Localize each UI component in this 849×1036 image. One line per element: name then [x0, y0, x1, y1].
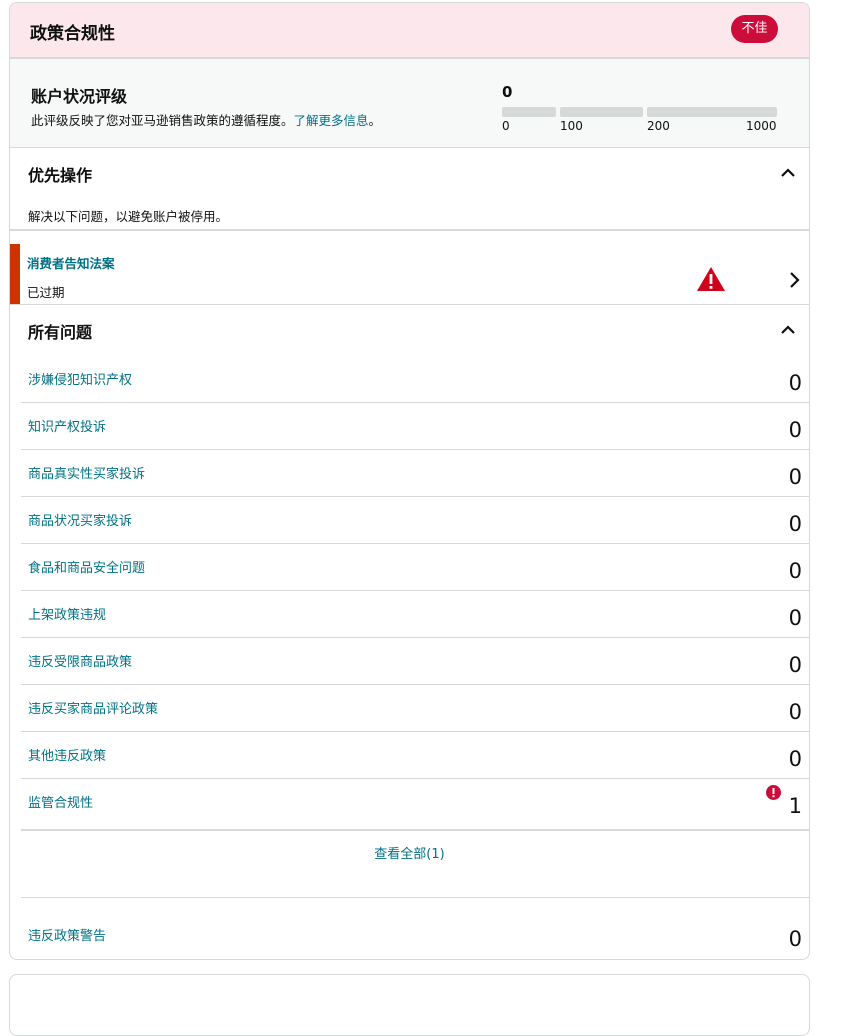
issue-label[interactable]: 商品真实性买家投诉	[28, 463, 145, 482]
card-header: 政策合规性 不佳	[10, 3, 809, 59]
all-issues-title: 所有问题	[28, 323, 93, 342]
next-card	[9, 974, 810, 1036]
issue-label[interactable]: 监管合规性	[28, 792, 93, 811]
issue-row[interactable]: 食品和商品安全问题 0	[21, 544, 809, 591]
issue-count: 0	[788, 465, 802, 489]
rating-tick-0: 0	[502, 119, 510, 133]
priority-actions-title: 优先操作	[28, 166, 93, 185]
issue-count: 0	[788, 371, 802, 395]
issue-label[interactable]: 其他违反政策	[28, 745, 106, 764]
issue-count: 0	[788, 606, 802, 630]
status-badge: 不佳	[731, 15, 778, 43]
priority-description: 解决以下问题，以避免账户被停用。	[28, 209, 229, 224]
issue-row[interactable]: 涉嫌侵犯知识产权 0	[21, 356, 809, 403]
issue-label[interactable]: 知识产权投诉	[28, 416, 106, 435]
priority-item-name[interactable]: 消费者告知法案	[27, 253, 115, 272]
issue-count: 0	[788, 700, 802, 724]
account-health-rating: 账户状况评级 此评级反映了您对亚马逊销售政策的遵循程度。了解更多信息。 0	[10, 59, 809, 148]
rating-tick-1000: 1000	[746, 119, 777, 133]
card-title: 政策合规性	[30, 24, 115, 44]
issue-count: 0	[788, 559, 802, 583]
rating-bar-segment-2	[560, 107, 643, 117]
learn-more-link[interactable]: 了解更多信息	[294, 113, 369, 128]
rating-description: 此评级反映了您对亚马逊销售政策的遵循程度。了解更多信息。	[31, 110, 381, 129]
section-divider	[21, 897, 809, 898]
issue-label[interactable]: 上架政策违规	[28, 604, 106, 623]
issue-row[interactable]: 违反买家商品评论政策 0	[21, 685, 809, 732]
rating-title: 账户状况评级	[31, 87, 128, 106]
issue-count: 0	[788, 653, 802, 677]
issue-row[interactable]: 其他违反政策 0	[21, 732, 809, 779]
rating-bar-segment-3	[647, 107, 777, 117]
rating-description-text: 此评级反映了您对亚马逊销售政策的遵循程度。	[31, 113, 294, 128]
rating-score: 0	[502, 83, 513, 101]
issue-label[interactable]: 涉嫌侵犯知识产权	[28, 369, 132, 388]
error-exclamation-icon	[766, 785, 781, 800]
issue-label[interactable]: 商品状况买家投诉	[28, 510, 132, 529]
rating-bar-segment-1	[502, 107, 556, 117]
issue-count: 0	[788, 418, 802, 442]
view-all-link[interactable]: 查看全部(1)	[10, 843, 809, 862]
issue-row[interactable]: 上架政策违规 0	[21, 591, 809, 638]
rating-tick-100: 100	[560, 119, 583, 133]
chevron-right-icon[interactable]	[787, 271, 801, 289]
collapse-issues-chevron-up-icon[interactable]	[779, 321, 797, 339]
rating-description-end: 。	[368, 113, 382, 128]
issue-count: 0	[788, 512, 802, 536]
policy-warnings-label[interactable]: 违反政策警告	[28, 925, 106, 944]
issue-row[interactable]: 商品状况买家投诉 0	[21, 497, 809, 544]
issue-row[interactable]: 监管合规性 1	[21, 779, 809, 831]
issue-row[interactable]: 违反受限商品政策 0	[21, 638, 809, 685]
issue-label[interactable]: 食品和商品安全问题	[28, 557, 145, 576]
issue-label[interactable]: 违反受限商品政策	[28, 651, 132, 670]
issue-row[interactable]: 知识产权投诉 0	[21, 403, 809, 450]
rating-tick-200: 200	[647, 119, 670, 133]
collapse-priority-chevron-up-icon[interactable]	[779, 164, 797, 182]
policy-warnings-row[interactable]: 违反政策警告 0	[21, 912, 809, 958]
warning-triangle-icon	[696, 266, 726, 292]
issue-label[interactable]: 违反买家商品评论政策	[28, 698, 158, 717]
policy-warnings-count: 0	[788, 927, 802, 951]
issue-row[interactable]: 商品真实性买家投诉 0	[21, 450, 809, 497]
priority-accent-bar	[10, 244, 20, 304]
priority-item-status: 已过期	[27, 285, 65, 300]
issue-count: 1	[788, 794, 802, 818]
priority-item-consumer-notice[interactable]: 消费者告知法案 已过期	[10, 229, 809, 305]
policy-compliance-card: 政策合规性 不佳 账户状况评级 此评级反映了您对亚马逊销售政策的遵循程度。了解更…	[9, 2, 810, 960]
issue-count: 0	[788, 747, 802, 771]
